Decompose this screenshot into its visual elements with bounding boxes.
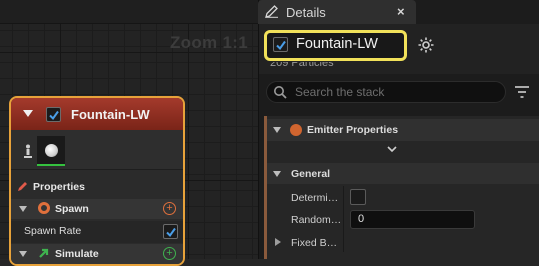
gear-icon[interactable] <box>417 36 435 54</box>
determinism-checkbox[interactable] <box>350 189 366 205</box>
expand-arrow-icon[interactable] <box>19 206 27 212</box>
emitter-enabled-checkbox[interactable] <box>46 107 61 122</box>
pencil-icon <box>18 182 27 191</box>
graph-toolbar <box>0 0 258 24</box>
search-placeholder: Search the stack <box>295 85 385 99</box>
checkmark-icon <box>275 40 286 50</box>
details-tab-title: Details <box>286 5 326 20</box>
fixed-bounds-label[interactable]: Fixed B… <box>291 237 337 249</box>
checkmark-icon <box>165 227 176 237</box>
simulate-arrow-icon <box>39 248 49 258</box>
emitter-properties-label: Emitter Properties <box>307 124 399 136</box>
spawn-stage-icon <box>38 202 50 214</box>
collapse-arrow-icon[interactable] <box>23 110 33 117</box>
spawn-rate-label: Spawn Rate <box>24 225 82 237</box>
person-icon <box>24 144 32 158</box>
expand-arrow-icon[interactable] <box>275 238 281 246</box>
checkmark-icon <box>48 110 59 120</box>
expand-arrow-icon[interactable] <box>273 127 281 133</box>
spawn-rate-enabled-checkbox[interactable] <box>163 224 178 239</box>
emitter-node[interactable]: Fountain-LW Properties Spawn + Spawn Rat… <box>9 96 185 266</box>
particle-preview-icon <box>45 144 58 157</box>
expand-arrow-icon[interactable] <box>19 251 27 257</box>
pencil-icon <box>265 5 278 18</box>
particle-count: 209 Particles <box>270 62 334 72</box>
determinism-label: Determi… <box>291 192 339 204</box>
search-icon <box>274 86 287 99</box>
column-divider[interactable] <box>343 186 344 252</box>
emitter-enabled-checkbox[interactable] <box>273 37 288 52</box>
zoom-level-label: Zoom 1:1 <box>170 33 248 52</box>
filter-icon[interactable] <box>514 85 530 99</box>
particle-count-text: 209 Particles <box>270 62 334 69</box>
emitter-name-label: Fountain-LW <box>296 36 378 52</box>
spawn-group-label: Spawn <box>55 203 89 215</box>
add-simulate-module-button[interactable]: + <box>163 247 176 260</box>
chevron-down-icon[interactable] <box>386 144 398 154</box>
random-seed-input[interactable] <box>350 210 475 229</box>
properties-label[interactable]: Properties <box>33 181 85 193</box>
general-category-label: General <box>291 168 331 180</box>
close-icon[interactable]: × <box>397 4 405 19</box>
details-tab[interactable] <box>258 0 416 24</box>
simulate-group-label: Simulate <box>55 248 99 260</box>
add-spawn-module-button[interactable]: + <box>163 202 176 215</box>
emitter-properties-icon <box>290 124 302 136</box>
spawn-group-header[interactable] <box>11 199 183 219</box>
random-seed-label: Random… <box>291 214 342 226</box>
random-seed-value: 0 <box>358 213 365 225</box>
expand-arrow-icon[interactable] <box>273 171 281 177</box>
emitter-node-title: Fountain-LW <box>71 107 150 122</box>
